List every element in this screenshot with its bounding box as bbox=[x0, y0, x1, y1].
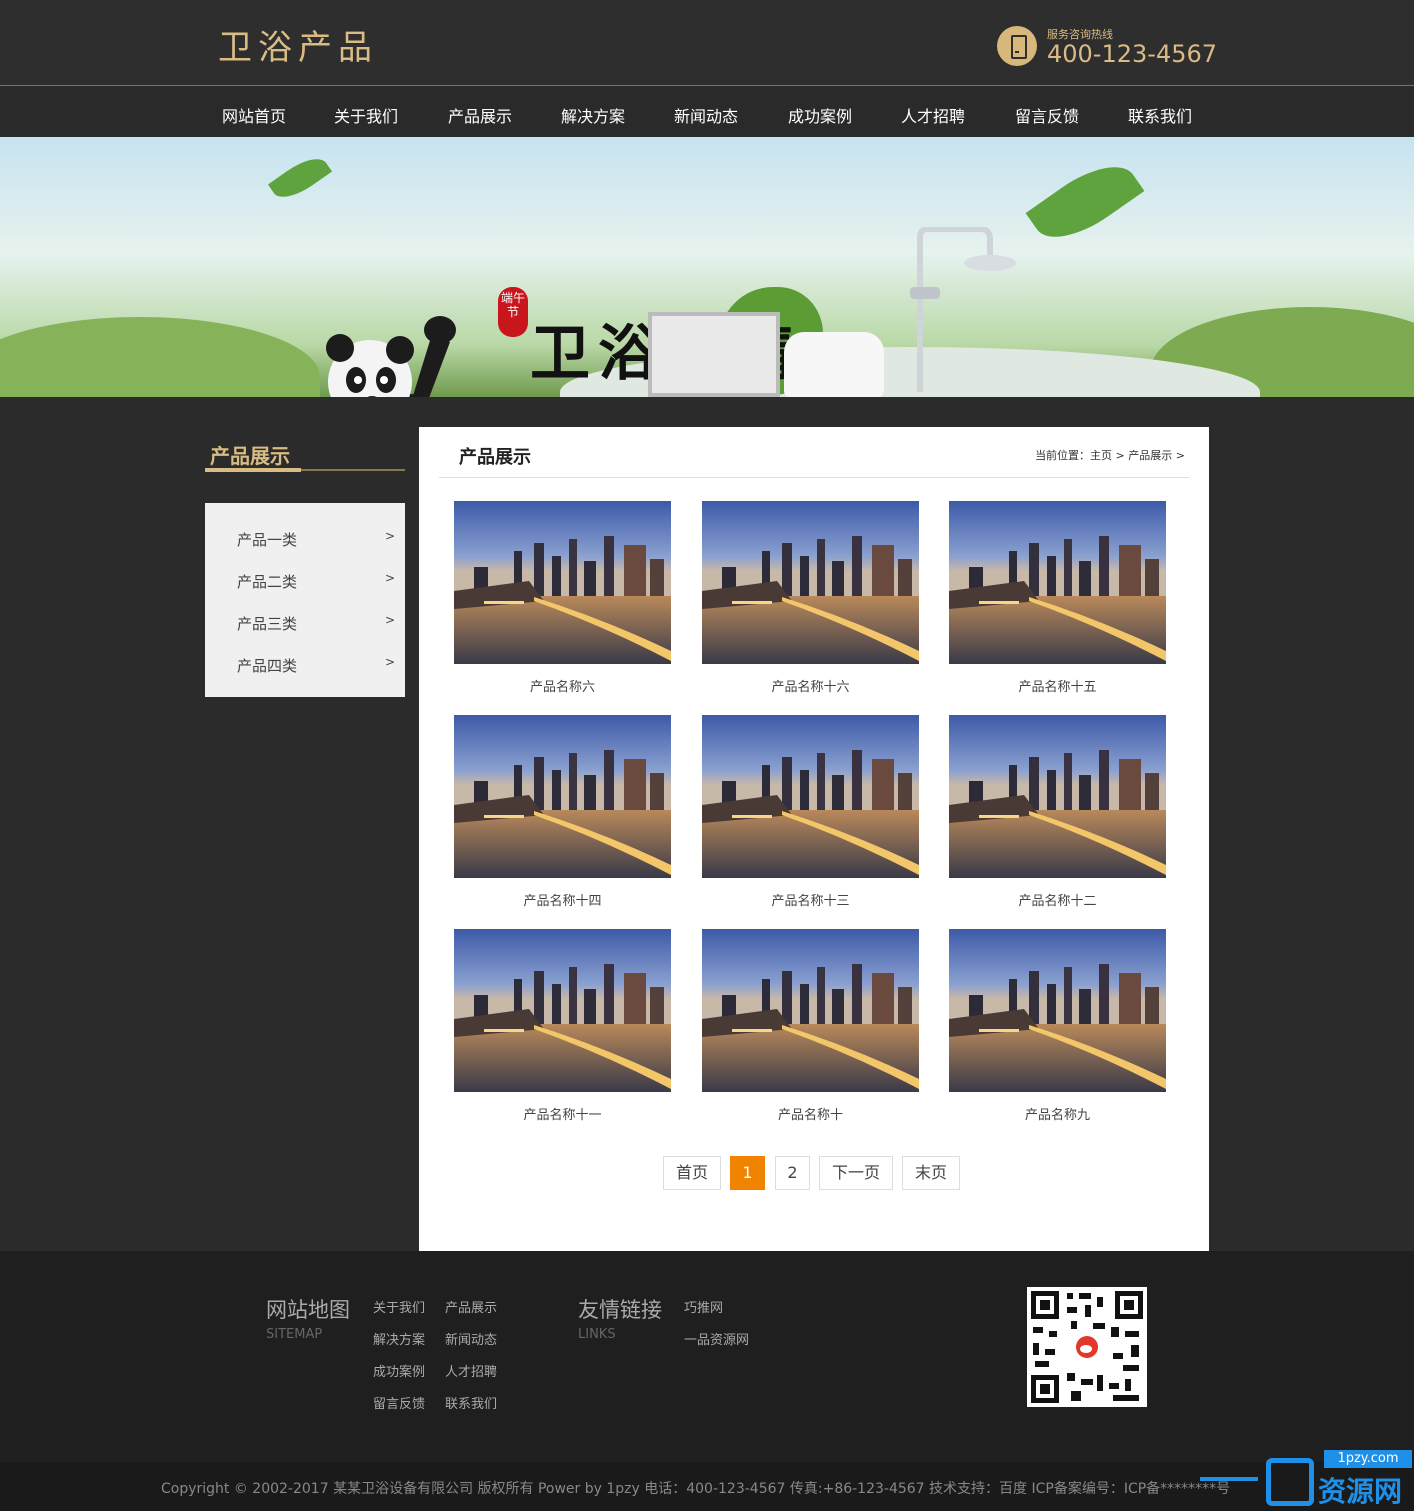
footer-link-jobs[interactable]: 人才招聘 bbox=[445, 1361, 497, 1380]
qr-code-icon bbox=[1027, 1287, 1147, 1407]
sidebar-item-label: 产品二类 bbox=[237, 573, 298, 591]
footer-link-products[interactable]: 产品展示 bbox=[445, 1297, 497, 1316]
nav-item-feedback[interactable]: 留言反馈 bbox=[1015, 103, 1079, 127]
friend-link-1pzy[interactable]: 一品资源网 bbox=[684, 1329, 749, 1348]
watermark-badge bbox=[1266, 1458, 1314, 1506]
nav-item-home[interactable]: 网站首页 bbox=[222, 103, 286, 127]
watermark-name: 资源网 bbox=[1318, 1475, 1403, 1508]
footer-link-news[interactable]: 新闻动态 bbox=[445, 1329, 497, 1348]
product-content: 产品展示 当前位置：主页 > 产品展示 > 产品名称六 产品名称十六 产品名称十五产… bbox=[419, 427, 1209, 1251]
product-name[interactable]: 产品名称十 bbox=[702, 1104, 919, 1123]
chevron-right-icon: > bbox=[385, 655, 396, 669]
nav-item-solutions[interactable]: 解决方案 bbox=[561, 103, 625, 127]
product-image[interactable] bbox=[702, 929, 919, 1092]
product-card[interactable]: 产品名称十 bbox=[702, 929, 919, 1129]
product-image[interactable] bbox=[949, 929, 1166, 1092]
nav-item-contact[interactable]: 联系我们 bbox=[1128, 103, 1192, 127]
friend-links-title: 友情链接 bbox=[578, 1298, 662, 1322]
watermark-domain: 1pzy.com bbox=[1324, 1450, 1412, 1468]
product-image[interactable] bbox=[702, 501, 919, 664]
product-image[interactable] bbox=[949, 715, 1166, 878]
product-card[interactable]: 产品名称六 bbox=[454, 501, 671, 701]
sidebar-title: 产品展示 bbox=[210, 444, 290, 468]
copyright-text: Copyright © 2002-2017 某某卫浴设备有限公司 版权所有 Po… bbox=[161, 1481, 1231, 1497]
friend-links-subtitle: LINKS bbox=[578, 1327, 616, 1342]
nav-item-products[interactable]: 产品展示 bbox=[448, 103, 512, 127]
toilet-illustration bbox=[784, 332, 884, 397]
friend-link-qiaotui[interactable]: 巧推网 bbox=[684, 1297, 723, 1316]
sidebar-item-label: 产品一类 bbox=[237, 531, 298, 549]
pagination-next[interactable]: 下一页 bbox=[819, 1156, 893, 1190]
product-image[interactable] bbox=[949, 501, 1166, 664]
product-card[interactable]: 产品名称十五 bbox=[949, 501, 1166, 701]
leaf-decoration bbox=[267, 150, 333, 206]
banner-hill bbox=[0, 317, 320, 397]
header: 卫浴产品 服务咨询热线 400-123-4567 bbox=[0, 0, 1414, 86]
footer-link-contact[interactable]: 联系我们 bbox=[445, 1393, 497, 1412]
product-name[interactable]: 产品名称十六 bbox=[702, 676, 919, 695]
panda-illustration bbox=[326, 316, 456, 397]
sidebar-item-category-2[interactable]: 产品二类 > bbox=[205, 559, 405, 601]
content-divider bbox=[439, 477, 1189, 478]
product-card[interactable]: 产品名称九 bbox=[949, 929, 1166, 1129]
sidebar-menu: 产品一类 > 产品二类 > 产品三类 > 产品四类 > bbox=[205, 503, 405, 697]
chevron-right-icon: > bbox=[385, 529, 396, 543]
footer-link-feedback[interactable]: 留言反馈 bbox=[373, 1393, 425, 1412]
festival-tag: 端午节 bbox=[498, 287, 528, 337]
product-image[interactable] bbox=[454, 501, 671, 664]
phone-icon bbox=[997, 26, 1037, 66]
pagination-first[interactable]: 首页 bbox=[663, 1156, 721, 1190]
hotline-number: 400-123-4567 bbox=[1047, 40, 1218, 68]
footer-link-cases[interactable]: 成功案例 bbox=[373, 1361, 425, 1380]
nav-item-jobs[interactable]: 人才招聘 bbox=[901, 103, 965, 127]
product-card[interactable]: 产品名称十一 bbox=[454, 929, 671, 1129]
sidebar-divider-accent bbox=[205, 468, 301, 472]
pagination-last[interactable]: 末页 bbox=[902, 1156, 960, 1190]
nav-item-news[interactable]: 新闻动态 bbox=[674, 103, 738, 127]
watermark-logo: 1pzy.com 资源网 bbox=[1200, 1450, 1414, 1511]
product-card[interactable]: 产品名称十三 bbox=[702, 715, 919, 915]
watermark-stripe bbox=[1200, 1477, 1258, 1481]
copyright-bar: Copyright © 2002-2017 某某卫浴设备有限公司 版权所有 Po… bbox=[0, 1462, 1414, 1511]
product-image[interactable] bbox=[454, 715, 671, 878]
footer-link-solutions[interactable]: 解决方案 bbox=[373, 1329, 425, 1348]
cabinet-illustration bbox=[648, 312, 780, 397]
product-card[interactable]: 产品名称十二 bbox=[949, 715, 1166, 915]
nav-item-cases[interactable]: 成功案例 bbox=[788, 103, 852, 127]
leaf-decoration bbox=[1025, 149, 1145, 255]
product-name[interactable]: 产品名称六 bbox=[454, 676, 671, 695]
product-name[interactable]: 产品名称十五 bbox=[949, 676, 1166, 695]
main-nav: 网站首页 关于我们 产品展示 解决方案 新闻动态 成功案例 人才招聘 留言反馈 … bbox=[0, 87, 1414, 137]
sidebar-item-label: 产品三类 bbox=[237, 615, 298, 633]
nav-item-about[interactable]: 关于我们 bbox=[334, 103, 398, 127]
product-image[interactable] bbox=[702, 715, 919, 878]
pagination-page-2[interactable]: 2 bbox=[775, 1156, 810, 1190]
sitemap-subtitle: SITEMAP bbox=[266, 1327, 323, 1342]
product-name[interactable]: 产品名称十一 bbox=[454, 1104, 671, 1123]
site-logo[interactable]: 卫浴产品 bbox=[218, 20, 378, 69]
sidebar-item-category-4[interactable]: 产品四类 > bbox=[205, 643, 405, 685]
product-name[interactable]: 产品名称十三 bbox=[702, 890, 919, 909]
sidebar-item-label: 产品四类 bbox=[237, 657, 298, 675]
shower-illustration bbox=[910, 227, 1016, 392]
sidebar-item-category-3[interactable]: 产品三类 > bbox=[205, 601, 405, 643]
product-card[interactable]: 产品名称十六 bbox=[702, 501, 919, 701]
chevron-right-icon: > bbox=[385, 613, 396, 627]
sidebar-item-category-1[interactable]: 产品一类 > bbox=[205, 517, 405, 559]
product-image[interactable] bbox=[454, 929, 671, 1092]
pagination-page-1[interactable]: 1 bbox=[730, 1156, 765, 1190]
page-title: 产品展示 bbox=[459, 447, 531, 468]
hero-banner[interactable]: 端午节 卫浴粽情 疯狂减价钜惠等你 bbox=[0, 137, 1414, 397]
product-card[interactable]: 产品名称十四 bbox=[454, 715, 671, 915]
breadcrumb[interactable]: 当前位置：主页 > 产品展示 > bbox=[1035, 447, 1185, 463]
product-name[interactable]: 产品名称十四 bbox=[454, 890, 671, 909]
product-name[interactable]: 产品名称十二 bbox=[949, 890, 1166, 909]
banner-title-a: 卫浴 bbox=[530, 319, 666, 389]
product-name[interactable]: 产品名称九 bbox=[949, 1104, 1166, 1123]
footer bbox=[0, 1251, 1414, 1462]
footer-link-about[interactable]: 关于我们 bbox=[373, 1297, 425, 1316]
sitemap-title: 网站地图 bbox=[266, 1298, 350, 1322]
chevron-right-icon: > bbox=[385, 571, 396, 585]
